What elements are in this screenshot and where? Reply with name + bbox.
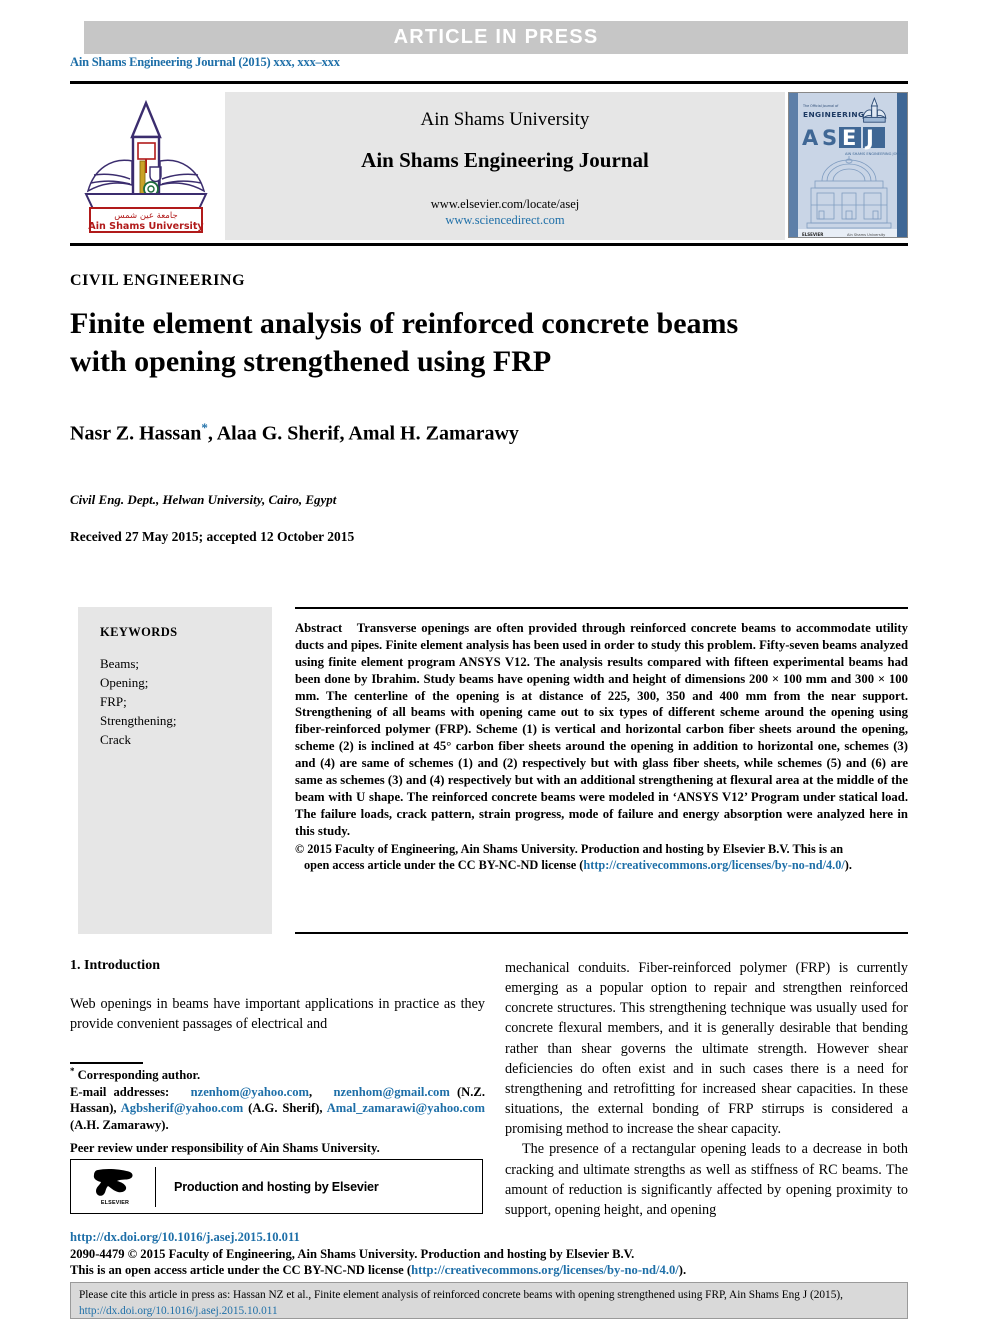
masthead-journal-title: Ain Shams Engineering Journal [361,147,649,172]
corresponding-author-text: Corresponding author. [77,1068,201,1083]
svg-text:ENGINEERING: ENGINEERING [803,110,864,119]
paper-page: ARTICLE IN PRESS Ain Shams Engineering J… [0,0,992,1323]
please-cite-box: Please cite this article in press as: Ha… [70,1282,908,1319]
abstract-copyright: © 2015 Faculty of Engineering, Ain Shams… [295,841,908,874]
email-link-2[interactable]: nzenhom@gmail.com [334,1085,450,1099]
masthead-bottom-rule [70,243,908,246]
svg-text:E: E [842,126,856,150]
abstract-license-post: ). [844,857,852,872]
journal-cover-thumbnail: The Official Journal of ENGINEERING A S … [788,92,908,238]
elsevier-production-label: Production and hosting by Elsevier [174,1179,379,1194]
journal-reference-line: Ain Shams Engineering Journal (2015) xxx… [70,55,340,69]
body-column-right: mechanical conduits. Fiber-reinforced po… [505,958,908,1220]
journal-masthead: جامعة عين شمس Ain Shams University Ain S… [70,90,908,242]
abstract-license-pre: open access article under the CC BY-NC-N… [304,857,584,872]
affiliation: Civil Eng. Dept., Helwan University, Cai… [70,492,337,507]
keywords-heading: KEYWORDS [100,625,178,639]
cite-doi-link[interactable]: http://dx.doi.org/10.1016/j.asej.2015.10… [79,1305,278,1317]
masthead-university-name: Ain Shams University [420,108,590,130]
introduction-paragraph-right-2: The presence of a rectangular opening le… [505,1141,908,1218]
author-list: Nasr Z. Hassan*, Alaa G. Sherif, Amal H.… [70,420,519,446]
issn-copyright-line: 2090-4479 © 2015 Faculty of Engineering,… [70,1247,635,1261]
keyword-item: Beams; [100,656,139,671]
introduction-paragraph-right-1: mechanical conduits. Fiber-reinforced po… [505,960,908,1138]
keyword-item: FRP; [100,694,127,710]
elsevier-production-box: ELSEVIER Production and hosting by Elsev… [70,1159,483,1214]
abstract-label: Abstract [295,621,343,635]
keyword-item: Opening; [100,675,149,691]
ain-shams-university-crest-icon: جامعة عين شمس Ain Shams University [84,99,208,233]
svg-text:J: J [864,126,874,150]
email-label: E-mail addresses: [70,1084,170,1099]
doi-link[interactable]: http://dx.doi.org/10.1016/j.asej.2015.10… [70,1230,300,1245]
elsevier-logo: ELSEVIER [85,1168,145,1206]
abstract-block: Abstract Transverse openings are often p… [295,620,908,873]
keyword-item: Strengthening; [100,713,177,729]
svg-text:جامعة عين شمس: جامعة عين شمس [114,211,177,221]
license-pre-text: This is an open access article under the… [70,1263,412,1277]
introduction-heading: 1. Introduction [70,958,160,973]
author-rest: , Alaa G. Sherif, Amal H. Zamarawy [207,422,519,445]
keyword-item: Crack [100,732,132,748]
peer-review-note: Peer review under responsibility of Ain … [70,1140,380,1155]
masthead-top-rule [70,81,908,84]
subject-section-label: CIVIL ENGINEERING [70,272,246,289]
received-accepted-dates: Received 27 May 2015; accepted 12 Octobe… [70,529,355,544]
masthead-sciencedirect-url[interactable]: www.sciencedirect.com [445,213,564,228]
body-column-left: 1. Introduction Web openings in beams ha… [70,958,485,1034]
license-post-text: ). [678,1263,687,1277]
abstract-license-link[interactable]: http://creativecommons.org/licenses/by-n… [583,858,844,872]
masthead-elsevier-url[interactable]: www.elsevier.com/locate/asej [431,197,579,212]
footnote-rule [70,1062,143,1064]
abstract-copyright-line1: © 2015 Faculty of Engineering, Ain Shams… [295,841,844,856]
svg-text:A: A [802,126,819,150]
abstract-bottom-rule [295,932,908,934]
email-link-1[interactable]: nzenhom@yahoo.com [191,1085,309,1099]
license-line: This is an open access article under the… [70,1263,686,1278]
svg-text:S: S [822,126,837,150]
license-link[interactable]: http://creativecommons.org/licenses/by-n… [411,1263,679,1277]
email-owner-3: (A.H. Zamarawy). [70,1118,169,1133]
university-logo: جامعة عين شمس Ain Shams University [70,92,222,240]
email-link-3[interactable]: Agbsherif@yahoo.com [121,1101,244,1115]
author-first: Nasr Z. Hassan [70,422,202,445]
abstract-text: Transverse openings are often provided t… [295,621,908,838]
svg-text:AIN SHAMS ENGINEERING JOURNAL: AIN SHAMS ENGINEERING JOURNAL [845,152,908,156]
email-sep-1: , [309,1084,313,1099]
email-owner-2: (A.G. Sherif), [248,1101,323,1116]
elsevier-tree-icon [93,1168,133,1196]
introduction-paragraph-left: Web openings in beams have important app… [70,996,485,1033]
elsevier-box-divider [155,1166,156,1207]
abstract-top-rule [295,607,908,609]
svg-text:The Official Journal of: The Official Journal of [802,104,839,108]
footnote-block: * Corresponding author. E-mail addresses… [70,1066,485,1156]
corresponding-author-note: * Corresponding author. [70,1066,485,1084]
elsevier-wordmark: ELSEVIER [100,1199,130,1206]
masthead-center: Ain Shams University Ain Shams Engineeri… [225,92,785,240]
article-in-press-banner: ARTICLE IN PRESS [84,21,908,54]
abstract-license-line: open access article under the CC BY-NC-N… [295,857,908,873]
asej-cover-icon: The Official Journal of ENGINEERING A S … [789,93,908,237]
page-title: Finite element analysis of reinforced co… [70,307,739,379]
email-addresses: E-mail addresses: nzenhom@yahoo.com, nze… [70,1084,485,1134]
svg-text:Ain Shams University: Ain Shams University [88,221,204,232]
asterisk-icon: * [70,1066,75,1076]
article-in-press-label: ARTICLE IN PRESS [393,26,599,48]
cite-text: Please cite this article in press as: Ha… [79,1289,843,1301]
svg-text:ELSEVIER: ELSEVIER [802,232,823,237]
email-link-4[interactable]: Amal_zamarawi@yahoo.com [327,1101,485,1115]
svg-text:Ain Shams University: Ain Shams University [847,233,886,237]
keywords-box: KEYWORDS Beams; Opening; FRP; Strengthen… [78,607,272,934]
